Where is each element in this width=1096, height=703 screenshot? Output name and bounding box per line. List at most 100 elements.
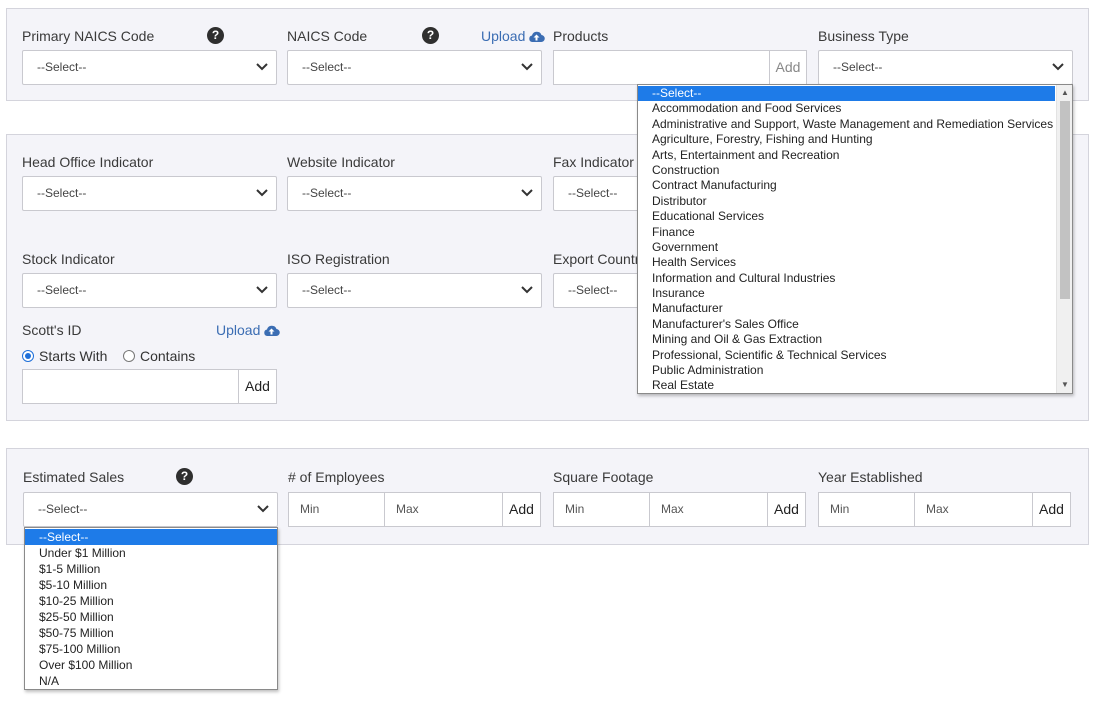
help-icon[interactable]: ? [176,468,193,485]
select-value: --Select-- [37,186,87,200]
year-established-label: Year Established [818,469,923,485]
dropdown-option[interactable]: N/A [25,673,277,689]
naics-code-select[interactable]: --Select-- [287,50,542,85]
dropdown-option[interactable]: Contract Manufacturing [638,178,1055,193]
scroll-thumb[interactable] [1060,101,1070,299]
dropdown-option[interactable]: $75-100 Million [25,641,277,657]
dropdown-option[interactable]: Insurance [638,286,1055,301]
dropdown-scrollbar[interactable]: ▲ ▼ [1056,85,1072,393]
dropdown-option[interactable]: Under $1 Million [25,545,277,561]
starts-with-radio[interactable]: Starts With [22,348,107,364]
dropdown-option[interactable]: Professional, Scientific & Technical Ser… [638,348,1055,363]
chevron-down-icon [1052,63,1064,71]
contains-radio[interactable]: Contains [123,348,195,364]
dropdown-option[interactable]: Accommodation and Food Services [638,101,1055,116]
employees-label: # of Employees [288,469,385,485]
dropdown-option[interactable]: Manufacturer's Sales Office [638,317,1055,332]
square-footage-add-button[interactable]: Add [767,492,806,527]
year-established-add-button[interactable]: Add [1032,492,1071,527]
chevron-down-icon [256,286,268,294]
business-type-dropdown-list[interactable]: --Select-- Accommodation and Food Service… [637,84,1073,394]
dropdown-option[interactable]: $5-10 Million [25,577,277,593]
dropdown-option[interactable]: Manufacturer [638,301,1055,316]
select-value: --Select-- [38,502,88,516]
square-footage-max-input[interactable]: Max [649,492,768,527]
stock-indicator-label: Stock Indicator [22,251,115,267]
select-value: --Select-- [37,60,87,74]
estimated-sales-select[interactable]: --Select-- [23,492,278,527]
chevron-down-icon [257,505,269,513]
dropdown-option[interactable]: $10-25 Million [25,593,277,609]
estimated-sales-dropdown-list[interactable]: --Select-- Under $1 Million $1-5 Million $5… [24,527,278,690]
head-office-label: Head Office Indicator [22,154,154,170]
employees-add-button[interactable]: Add [502,492,541,527]
dropdown-option[interactable]: Construction [638,163,1055,178]
business-type-select[interactable]: --Select-- [818,50,1073,85]
select-value: --Select-- [302,60,352,74]
dropdown-option[interactable]: Public Administration [638,363,1055,378]
help-icon[interactable]: ? [207,27,224,44]
upload-label: Upload [216,322,261,338]
cloud-upload-icon [529,31,546,43]
dropdown-options: --Select-- Under $1 Million $1-5 Million $5… [25,528,277,689]
year-established-min-input[interactable]: Min [818,492,915,527]
naics-upload-link[interactable]: Upload [481,28,546,44]
chevron-down-icon [256,63,268,71]
year-established-max-input[interactable]: Max [914,492,1033,527]
naics-code-label: NAICS Code [287,28,368,44]
dropdown-option[interactable]: $1-5 Million [25,561,277,577]
select-value: --Select-- [302,186,352,200]
dropdown-option[interactable]: Arts, Entertainment and Recreation [638,148,1055,163]
head-office-select[interactable]: --Select-- [22,176,277,211]
scotts-id-add-button[interactable]: Add [238,369,277,404]
business-type-label: Business Type [818,28,909,44]
products-label: Products [553,28,609,44]
radio-unchecked-icon [123,350,135,362]
chevron-down-icon [256,189,268,197]
fax-indicator-label: Fax Indicator [553,154,634,170]
scroll-down-icon[interactable]: ▼ [1060,380,1070,390]
dropdown-option[interactable]: --Select-- [638,86,1055,102]
dropdown-option[interactable]: Finance [638,225,1055,240]
select-value: --Select-- [833,60,883,74]
select-value: --Select-- [568,283,618,297]
cloud-upload-icon [264,325,281,337]
export-countries-label: Export Countri [553,251,643,267]
employees-max-input[interactable]: Max [384,492,503,527]
help-icon[interactable]: ? [422,27,439,44]
dropdown-option[interactable]: Government [638,240,1055,255]
select-value: --Select-- [568,186,618,200]
radio-label: Contains [140,348,196,364]
estimated-sales-label: Estimated Sales [23,469,125,485]
dropdown-option[interactable]: Administrative and Support, Waste Manage… [638,117,1055,132]
upload-label: Upload [481,28,526,44]
radio-label: Starts With [39,348,108,364]
iso-registration-select[interactable]: --Select-- [287,273,542,308]
dropdown-option[interactable]: Distributor [638,194,1055,209]
website-indicator-select[interactable]: --Select-- [287,176,542,211]
dropdown-option[interactable]: $50-75 Million [25,625,277,641]
square-footage-min-input[interactable]: Min [553,492,650,527]
dropdown-option[interactable]: $25-50 Million [25,609,277,625]
employees-min-input[interactable]: Min [288,492,385,527]
chevron-down-icon [521,63,533,71]
dropdown-option[interactable]: Agriculture, Forestry, Fishing and Hunti… [638,132,1055,147]
scotts-id-label: Scott's ID [22,322,82,338]
primary-naics-select[interactable]: --Select-- [22,50,277,85]
dropdown-option[interactable]: Educational Services [638,209,1055,224]
scotts-id-upload-link[interactable]: Upload [216,322,281,338]
scroll-up-icon[interactable]: ▲ [1060,88,1070,98]
dropdown-option[interactable]: Health Services [638,255,1055,270]
dropdown-option[interactable]: Over $100 Million [25,657,277,673]
dropdown-option[interactable]: Mining and Oil & Gas Extraction [638,332,1055,347]
dropdown-options: --Select-- Accommodation and Food Service… [638,85,1072,393]
products-add-button[interactable]: Add [769,50,807,85]
products-input[interactable] [553,50,770,85]
scotts-id-input[interactable] [22,369,239,404]
chevron-down-icon [521,189,533,197]
stock-indicator-select[interactable]: --Select-- [22,273,277,308]
dropdown-option[interactable]: Real Estate [638,378,1055,393]
radio-checked-icon [22,350,34,362]
dropdown-option[interactable]: Information and Cultural Industries [638,271,1055,286]
dropdown-option[interactable]: --Select-- [25,529,277,545]
